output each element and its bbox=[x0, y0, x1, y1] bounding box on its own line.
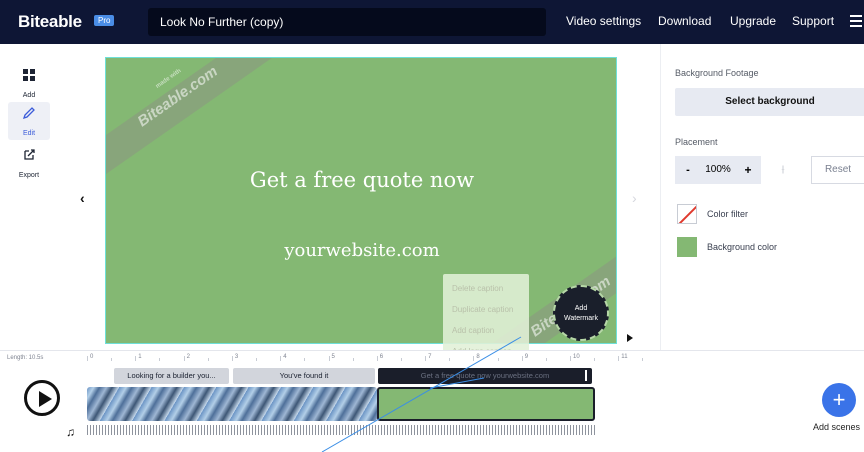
upgrade-link[interactable]: Upgrade bbox=[730, 14, 776, 28]
tick-mark bbox=[304, 358, 306, 361]
add-scene-button[interactable]: + bbox=[822, 383, 856, 417]
play-scene-icon[interactable] bbox=[627, 334, 633, 342]
scale-decrease-button[interactable]: - bbox=[675, 156, 701, 184]
watermark-band bbox=[106, 58, 277, 176]
tick-mark bbox=[135, 356, 137, 361]
timeline: Length: 10.5s 0 1 2 3 4 5 6 7 8 9 10 11 Looking for… bbox=[0, 350, 864, 452]
tick-mark bbox=[642, 358, 644, 361]
audio-waveform[interactable] bbox=[87, 425, 595, 435]
tick-mark bbox=[207, 358, 209, 361]
play-button[interactable] bbox=[24, 380, 60, 416]
scene-canvas[interactable]: Biteable.com made with Biteable.com Get … bbox=[105, 57, 617, 344]
scale-input[interactable]: 100% bbox=[701, 156, 735, 184]
app-window: Biteable Pro Look No Further (copy) Vide… bbox=[0, 0, 864, 452]
top-bar: Biteable Pro Look No Further (copy) Vide… bbox=[0, 0, 864, 44]
support-link[interactable]: Support bbox=[792, 14, 834, 28]
tick-mark bbox=[594, 358, 596, 361]
caption-heading[interactable]: Get a free quote now bbox=[106, 168, 616, 192]
pro-badge: Pro bbox=[94, 15, 115, 26]
tick-mark bbox=[425, 356, 427, 361]
tick-label: 1 bbox=[138, 354, 142, 360]
add-watermark-button[interactable]: Add Watermark bbox=[553, 285, 609, 341]
tick-mark bbox=[545, 358, 547, 361]
background-color-label[interactable]: Background color bbox=[707, 242, 777, 252]
tick-mark bbox=[111, 358, 113, 361]
pencil-icon bbox=[22, 107, 35, 120]
tick-mark bbox=[497, 358, 499, 361]
tick-mark bbox=[328, 356, 330, 361]
tick-mark bbox=[400, 358, 402, 361]
tick-mark bbox=[352, 358, 354, 361]
tick-mark bbox=[183, 356, 185, 361]
menu-item-add-caption[interactable]: Add caption bbox=[443, 320, 529, 341]
background-color-swatch[interactable] bbox=[677, 237, 697, 257]
tick-mark bbox=[618, 356, 620, 361]
scene-track bbox=[87, 387, 595, 421]
add-watermark-label: Add Watermark bbox=[564, 305, 598, 322]
reset-button[interactable]: Reset bbox=[811, 156, 864, 184]
properties-panel: Background Footage Select background Pla… bbox=[660, 44, 864, 350]
align-icon[interactable]: ⫲ bbox=[769, 156, 797, 184]
left-toolbar: Add Edit Export bbox=[0, 44, 58, 350]
background-footage-label: Background Footage bbox=[675, 68, 759, 78]
video-length-label: Length: 10.5s bbox=[7, 355, 44, 361]
project-title-input[interactable]: Look No Further (copy) bbox=[148, 8, 546, 36]
tick-label: 7 bbox=[428, 354, 432, 360]
color-filter-label[interactable]: Color filter bbox=[707, 209, 748, 219]
tick-label: 2 bbox=[186, 354, 190, 360]
biteable-logo[interactable]: Biteable bbox=[18, 12, 82, 32]
add-scenes-label: Add scenes bbox=[813, 422, 861, 432]
tick-mark bbox=[159, 358, 161, 361]
tick-mark bbox=[231, 356, 233, 361]
sidebar-item-label: Export bbox=[18, 172, 40, 179]
tick-mark bbox=[280, 356, 282, 361]
scene-clip-footage[interactable] bbox=[87, 387, 377, 421]
download-link[interactable]: Download bbox=[658, 14, 711, 28]
music-note-icon[interactable]: ♫ bbox=[66, 425, 75, 439]
tick-mark bbox=[376, 356, 378, 361]
sidebar-item-label: Add bbox=[22, 92, 36, 99]
tick-label: 9 bbox=[524, 354, 529, 360]
caption-chip[interactable]: You've found it bbox=[233, 368, 375, 384]
caption-chip-selected[interactable]: Get a free quote now yourwebsite.com bbox=[378, 368, 592, 384]
caption-resize-handle[interactable] bbox=[585, 370, 587, 381]
tick-mark bbox=[87, 356, 88, 361]
video-settings-link[interactable]: Video settings bbox=[566, 14, 641, 28]
tick-mark bbox=[473, 356, 475, 361]
placement-label: Placement bbox=[675, 137, 718, 147]
sidebar-item-export[interactable]: Export bbox=[8, 144, 50, 182]
grid-icon bbox=[23, 69, 35, 81]
tick-label: 5 bbox=[331, 354, 335, 360]
previous-scene-arrow[interactable]: ‹ bbox=[80, 190, 85, 206]
hamburger-icon[interactable] bbox=[850, 15, 862, 27]
scene-clip-selected[interactable] bbox=[377, 387, 595, 421]
tick-label: 10 bbox=[573, 354, 580, 360]
tick-label: 4 bbox=[283, 354, 287, 360]
sidebar-item-add[interactable]: Add bbox=[8, 64, 50, 102]
tick-mark bbox=[256, 358, 258, 361]
scale-increase-button[interactable]: + bbox=[735, 156, 761, 184]
tick-mark bbox=[449, 358, 451, 361]
select-background-button[interactable]: Select background bbox=[675, 88, 864, 116]
caption-chip[interactable]: Looking for a builder you... bbox=[114, 368, 229, 384]
tick-mark bbox=[570, 356, 571, 361]
sidebar-item-edit[interactable]: Edit bbox=[8, 102, 50, 140]
tick-label: 11 bbox=[621, 354, 628, 360]
menu-item-delete-caption[interactable]: Delete caption bbox=[443, 278, 529, 299]
tick-label: 0 bbox=[90, 354, 94, 360]
tick-label: 6 bbox=[379, 354, 384, 360]
next-scene-arrow[interactable]: › bbox=[632, 190, 637, 206]
menu-item-duplicate-caption[interactable]: Duplicate caption bbox=[443, 299, 529, 320]
sidebar-item-label: Edit bbox=[22, 130, 36, 137]
export-icon bbox=[24, 149, 35, 160]
caption-website[interactable]: yourwebsite.com bbox=[106, 240, 616, 261]
tick-label: 3 bbox=[234, 354, 239, 360]
color-filter-swatch[interactable] bbox=[677, 204, 697, 224]
tick-mark bbox=[521, 356, 523, 361]
tick-label: 8 bbox=[476, 354, 480, 360]
